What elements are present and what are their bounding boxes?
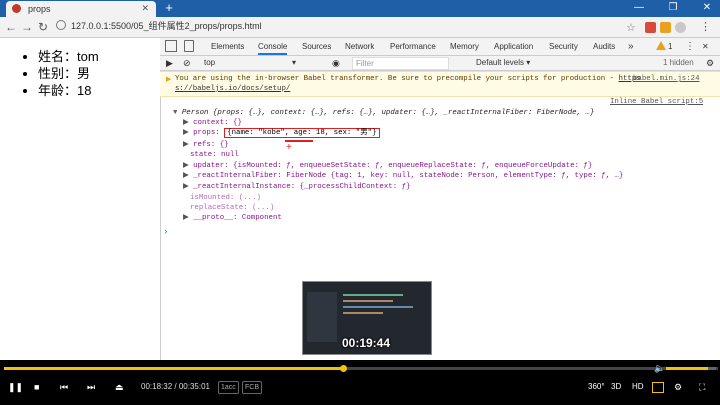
collapse-arrow-icon[interactable]: ▶ bbox=[183, 119, 193, 127]
tab-application[interactable]: Application bbox=[494, 38, 533, 55]
warning-link-continued[interactable]: s://babeljs.io/docs/setup/ bbox=[175, 84, 290, 94]
tab-audits[interactable]: Audits bbox=[593, 38, 615, 55]
chevron-down-icon: ▾ bbox=[292, 58, 297, 67]
context-value: top bbox=[204, 58, 216, 67]
volume-icon[interactable]: 🔈 bbox=[654, 363, 665, 374]
warning-expand-icon[interactable]: ▶ bbox=[166, 75, 171, 84]
tab-security[interactable]: Security bbox=[549, 38, 578, 55]
previous-icon[interactable]: ⏮ bbox=[60, 381, 68, 393]
context-select[interactable]: top ▾ bbox=[204, 57, 304, 69]
tab-title: props bbox=[28, 4, 51, 14]
collapse-arrow-icon[interactable]: ▶ bbox=[183, 162, 193, 170]
extension-red-icon[interactable] bbox=[645, 22, 656, 33]
log-proto[interactable]: ▶ __proto__: Component bbox=[183, 213, 282, 223]
log-state: state: null bbox=[190, 151, 239, 159]
console-prompt-icon[interactable]: › bbox=[163, 227, 168, 237]
more-tabs-icon[interactable]: » bbox=[628, 38, 634, 55]
avatar[interactable] bbox=[675, 22, 686, 33]
3d-icon[interactable]: 3D bbox=[611, 381, 621, 393]
next-icon[interactable]: ⏭ bbox=[87, 381, 95, 393]
maximize-icon[interactable]: ❐ bbox=[662, 0, 684, 16]
expand-arrow-icon[interactable]: ▼ bbox=[173, 109, 182, 117]
url-field[interactable]: 127.0.0.1:5500/05_组件属性2_props/props.html bbox=[56, 19, 556, 34]
log-summary[interactable]: ▼ Person {props: {…}, context: {…}, refs… bbox=[173, 108, 594, 118]
info-icon bbox=[56, 20, 66, 30]
minimize-icon[interactable]: — bbox=[628, 0, 650, 16]
person-info-list: 姓名：tom 性别：男 年龄：18 bbox=[0, 48, 160, 99]
fullscreen-icon[interactable]: ⛶ bbox=[699, 381, 705, 393]
toggle-sidebar-icon[interactable]: ▶ bbox=[166, 57, 173, 69]
collapse-arrow-icon[interactable]: ▶ bbox=[183, 129, 193, 137]
log-replacestate[interactable]: replaceState: (...) bbox=[190, 203, 274, 213]
eject-icon[interactable]: ⏏ bbox=[115, 381, 124, 393]
favicon-icon bbox=[12, 4, 21, 13]
hd-icon[interactable]: HD bbox=[632, 381, 644, 393]
time-display: 00:18:32 / 00:35:01 bbox=[141, 382, 210, 391]
log-updater[interactable]: ▶ updater: {isMounted: ƒ, enqueueSetStat… bbox=[183, 161, 592, 171]
warning-source-link[interactable]: babel.min.js:24 bbox=[633, 74, 700, 84]
star-icon[interactable]: ☆ bbox=[626, 21, 636, 34]
menu-icon[interactable]: ⋮ bbox=[700, 20, 711, 33]
log-instance[interactable]: ▶ _reactInternalInstance: {_processChild… bbox=[183, 182, 410, 192]
tab-memory[interactable]: Memory bbox=[450, 38, 479, 55]
volume-fill bbox=[666, 367, 708, 370]
progress-handle[interactable] bbox=[340, 365, 347, 372]
pill-1acc[interactable]: 1acc bbox=[218, 381, 239, 394]
total-time: 00:35:01 bbox=[178, 382, 210, 391]
collapse-arrow-icon[interactable]: ▶ bbox=[183, 214, 193, 222]
device-toolbar-icon[interactable] bbox=[184, 40, 194, 52]
pill-fcb[interactable]: FCB bbox=[242, 381, 262, 394]
reload-icon[interactable]: ↻ bbox=[36, 19, 50, 35]
browser-tab[interactable]: props ✕ bbox=[6, 1, 156, 17]
inline-script-link[interactable]: Inline Babel script:5 bbox=[610, 98, 703, 106]
list-item: 年龄：18 bbox=[38, 82, 160, 99]
list-item: 性别：男 bbox=[38, 65, 160, 82]
pause-icon[interactable]: ❚❚ bbox=[8, 381, 23, 393]
settings-icon[interactable]: ⚙ bbox=[674, 381, 682, 393]
close-tab-icon[interactable]: ✕ bbox=[141, 3, 149, 14]
current-time: 00:18:32 bbox=[141, 382, 173, 391]
log-props[interactable]: ▶ props: {name: "kobe", age: 18, sex: "男… bbox=[183, 128, 380, 138]
log-context[interactable]: ▶ context: {} bbox=[183, 118, 242, 128]
new-tab-button[interactable]: + bbox=[162, 1, 176, 15]
tab-sources[interactable]: Sources bbox=[302, 38, 331, 55]
preview-time: 00:19:44 bbox=[341, 336, 391, 350]
collapse-arrow-icon[interactable]: ▶ bbox=[183, 172, 193, 180]
extension-orange-icon[interactable] bbox=[660, 22, 671, 33]
url-text: 127.0.0.1:5500/05_组件属性2_props/props.html bbox=[71, 21, 262, 31]
console-settings-icon[interactable]: ⚙ bbox=[706, 57, 714, 69]
vr-360-icon[interactable]: 360° bbox=[588, 381, 605, 393]
clear-console-icon[interactable]: ⊘ bbox=[183, 57, 191, 69]
props-highlight-box: {name: "kobe", age: 18, sex: "男"} bbox=[224, 128, 380, 138]
tab-network[interactable]: Network bbox=[345, 38, 374, 55]
list-item: 姓名：tom bbox=[38, 48, 160, 65]
eye-icon[interactable]: ◉ bbox=[332, 57, 340, 69]
log-levels-select[interactable]: Default levels ▾ bbox=[476, 57, 530, 69]
devtools-menu-icon[interactable]: ⋮ bbox=[685, 38, 695, 55]
tab-elements[interactable]: Elements bbox=[211, 38, 244, 55]
log-refs[interactable]: ▶ refs: {} bbox=[183, 140, 229, 150]
filter-input[interactable]: Filter bbox=[352, 57, 449, 70]
log-fiber[interactable]: ▶ _reactInternalFiber: FiberNode {tag: 1… bbox=[183, 171, 623, 181]
forward-icon[interactable]: → bbox=[20, 19, 34, 35]
cursor-crosshair-icon: + bbox=[286, 142, 292, 153]
warning-text: You are using the in-browser Babel trans… bbox=[175, 75, 641, 83]
back-icon[interactable]: ← bbox=[4, 19, 18, 35]
subtitle-icon[interactable] bbox=[652, 382, 664, 393]
progress-fill bbox=[4, 367, 343, 370]
inspect-icon[interactable] bbox=[165, 40, 177, 52]
tab-console[interactable]: Console bbox=[258, 38, 288, 55]
warning-count[interactable]: 1 bbox=[668, 38, 672, 55]
warning-icon[interactable] bbox=[656, 41, 666, 50]
stop-icon[interactable]: ■ bbox=[34, 381, 39, 393]
page-viewport: 姓名：tom 性别：男 年龄：18 bbox=[0, 38, 160, 360]
close-window-icon[interactable]: ✕ bbox=[696, 0, 718, 16]
hidden-count: 1 hidden bbox=[663, 58, 694, 67]
collapse-arrow-icon[interactable]: ▶ bbox=[183, 183, 193, 191]
close-devtools-icon[interactable]: ✕ bbox=[702, 38, 709, 55]
tab-performance[interactable]: Performance bbox=[390, 38, 436, 55]
collapse-arrow-icon[interactable]: ▶ bbox=[183, 141, 193, 149]
log-ismounted[interactable]: isMounted: (...) bbox=[190, 193, 261, 203]
